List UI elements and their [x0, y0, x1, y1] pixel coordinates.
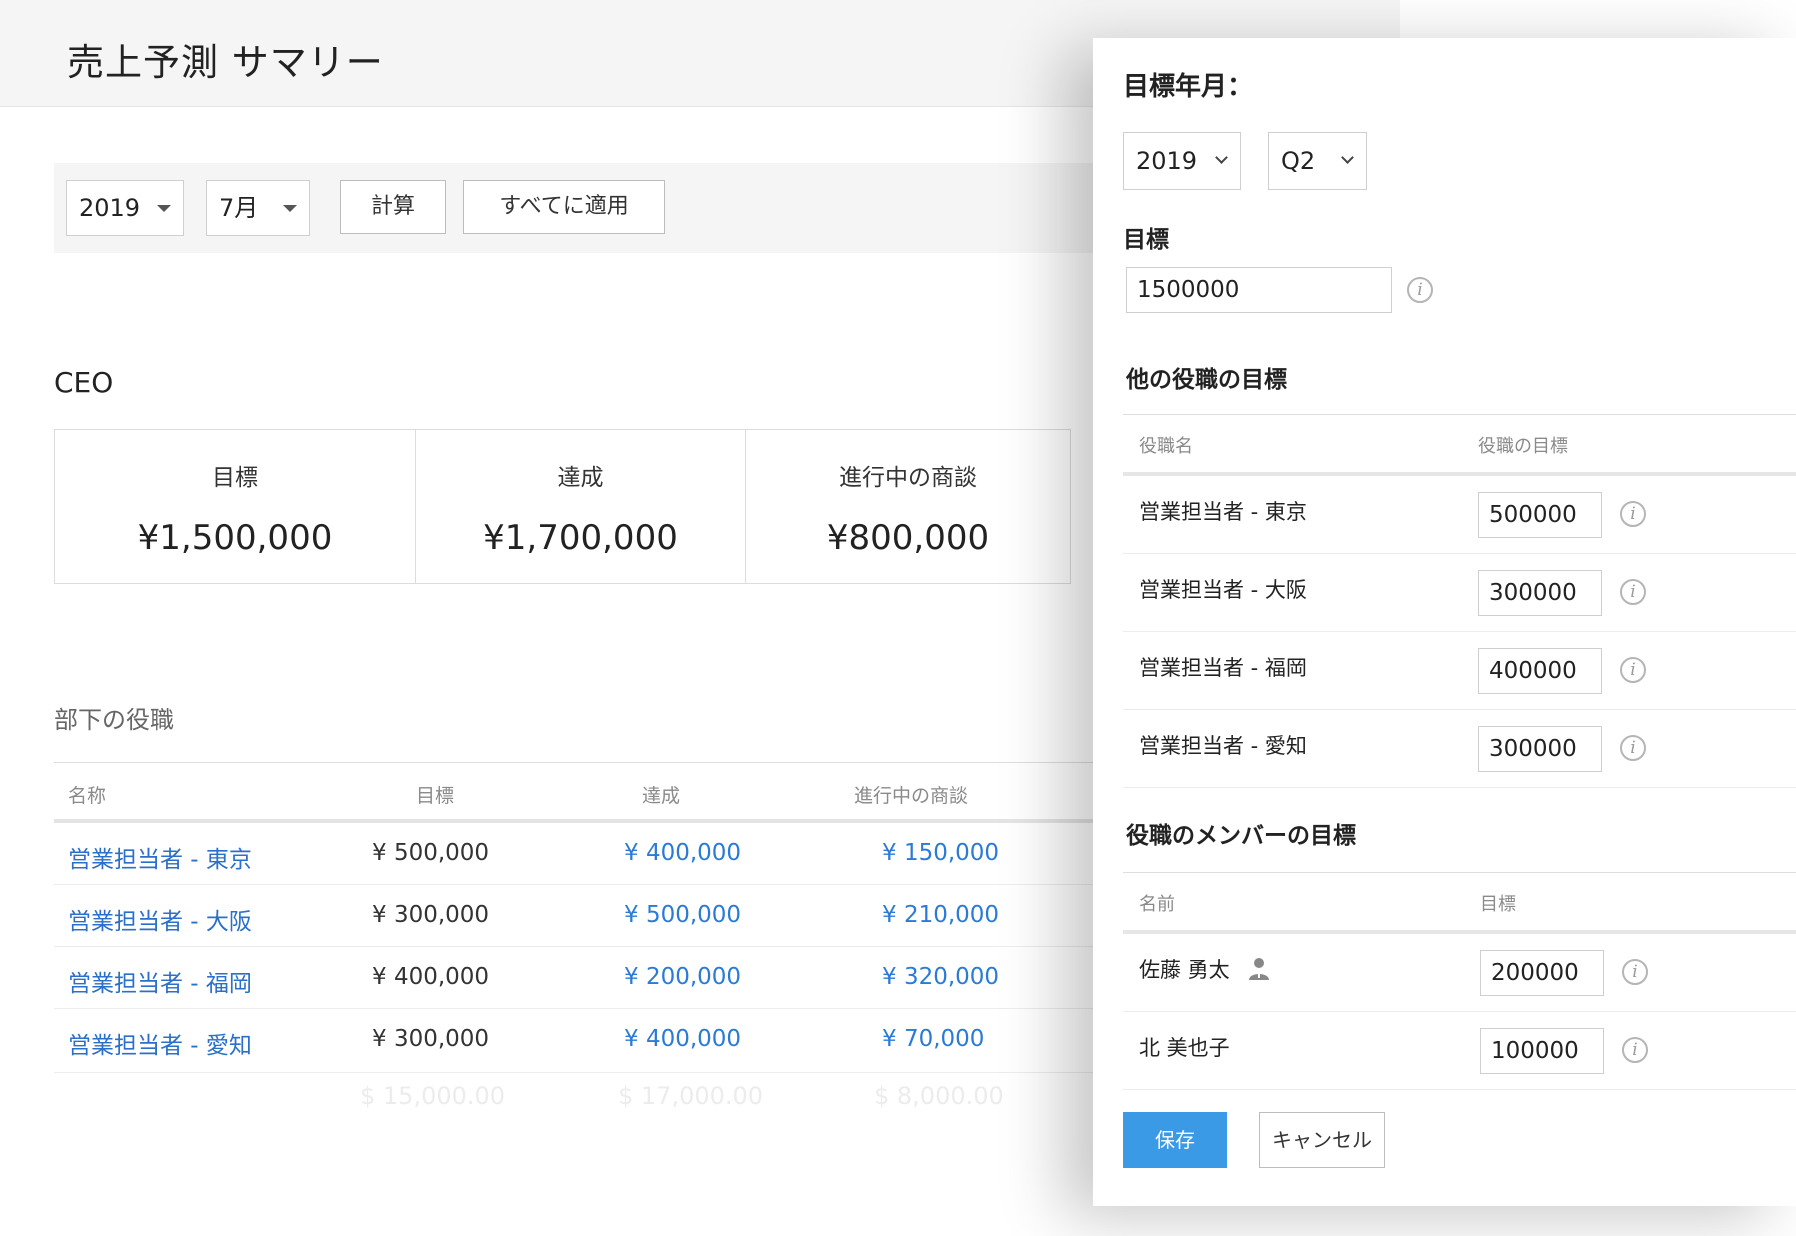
member-name: 佐藤 勇太 [1139, 958, 1230, 982]
member-target-input[interactable]: 200000 [1480, 950, 1604, 996]
info-icon[interactable]: i [1622, 959, 1648, 985]
faded-total: $ 17,000.00 [618, 1082, 764, 1110]
role-target-input[interactable]: 500000 [1478, 492, 1602, 538]
quarter-select[interactable]: Q2 [1268, 132, 1367, 190]
dialog-year-value: 2019 [1136, 147, 1198, 175]
table-row: 営業担当者 - 東京 500000 i [1123, 476, 1796, 554]
target-value: ¥ 400,000 [372, 964, 490, 990]
role-target-input[interactable]: 400000 [1478, 648, 1602, 694]
stat-achieved: 達成 ¥1,700,000 [415, 430, 745, 583]
stat-value: ¥800,000 [826, 518, 990, 558]
faded-total: $ 15,000.00 [360, 1082, 506, 1110]
table-header: 名称 目標 達成 進行中の商談 [54, 762, 1104, 823]
role-name: 営業担当者 - 愛知 [1139, 734, 1307, 758]
subordinate-roles-table: 名称 目標 達成 進行中の商談 営業担当者 - 東京 ¥ 500,000 ¥ 4… [54, 762, 1104, 1073]
target-period-label: 目標年月： [1123, 72, 1254, 102]
subordinate-roles-label: 部下の役職 [54, 706, 174, 734]
user-icon [1249, 958, 1269, 980]
quarter-value: Q2 [1281, 147, 1316, 175]
caret-down-icon [157, 205, 171, 212]
info-icon[interactable]: i [1620, 579, 1646, 605]
stat-target: 目標 ¥1,500,000 [55, 430, 415, 583]
target-value: ¥ 500,000 [372, 840, 490, 866]
page-title: 売上予測 サマリー [67, 41, 384, 84]
role-members-label: 役職のメンバーの目標 [1126, 823, 1356, 849]
achieved-link[interactable]: ¥ 200,000 [624, 964, 741, 990]
info-icon[interactable]: i [1620, 501, 1646, 527]
deals-link[interactable]: ¥ 70,000 [882, 1026, 984, 1052]
table-row: 営業担当者 - 愛知 300000 i [1123, 710, 1796, 788]
target-value: ¥ 300,000 [372, 1026, 490, 1052]
column-header: 役職名 [1139, 436, 1193, 457]
table-row: 営業担当者 - 愛知 ¥ 300,000 ¥ 400,000 ¥ 70,000 [54, 1009, 1104, 1073]
role-name: 営業担当者 - 東京 [1139, 500, 1307, 524]
deals-link[interactable]: ¥ 320,000 [882, 964, 999, 990]
info-icon[interactable]: i [1407, 277, 1433, 303]
role-members-table: 名前 目標 佐藤 勇太 200000 i 北 美也子 100000 i [1123, 872, 1796, 1090]
stat-value: ¥1,500,000 [137, 518, 333, 558]
column-header: 目標 [1480, 894, 1516, 915]
info-icon[interactable]: i [1620, 657, 1646, 683]
table-row: 佐藤 勇太 200000 i [1123, 934, 1796, 1012]
column-header: 名称 [68, 785, 107, 807]
table-header: 役職名 役職の目標 [1123, 414, 1796, 476]
deals-link[interactable]: ¥ 210,000 [882, 902, 999, 928]
table-row: 北 美也子 100000 i [1123, 1012, 1796, 1090]
other-roles-table: 役職名 役職の目標 営業担当者 - 東京 500000 i 営業担当者 - 大阪… [1123, 414, 1796, 788]
month-select-value: 7月 [219, 194, 259, 222]
info-icon[interactable]: i [1620, 735, 1646, 761]
apply-all-button[interactable]: すべてに適用 [463, 180, 665, 234]
stat-value: ¥1,700,000 [483, 518, 678, 558]
member-name: 北 美也子 [1139, 1036, 1230, 1060]
year-select-value: 2019 [79, 194, 141, 222]
achieved-link[interactable]: ¥ 500,000 [624, 902, 741, 928]
month-select[interactable]: 7月 [206, 180, 310, 236]
member-target-input[interactable]: 100000 [1480, 1028, 1604, 1074]
table-row: 営業担当者 - 大阪 ¥ 300,000 ¥ 500,000 ¥ 210,000 [54, 885, 1104, 947]
stat-label: 目標 [212, 465, 258, 491]
target-input[interactable]: 1500000 [1126, 267, 1392, 313]
role-target-input[interactable]: 300000 [1478, 726, 1602, 772]
column-header: 名前 [1139, 894, 1175, 915]
ceo-label: CEO [54, 366, 114, 399]
calculate-button[interactable]: 計算 [340, 180, 446, 234]
faded-total: $ 8,000.00 [874, 1082, 1004, 1110]
stat-open-deals: 進行中の商談 ¥800,000 [745, 430, 1070, 583]
caret-down-icon [283, 205, 297, 212]
deals-link[interactable]: ¥ 150,000 [882, 840, 999, 866]
table-row: 営業担当者 - 東京 ¥ 500,000 ¥ 400,000 ¥ 150,000 [54, 823, 1104, 885]
table-row: 営業担当者 - 大阪 300000 i [1123, 554, 1796, 632]
ceo-stats: 目標 ¥1,500,000 達成 ¥1,700,000 進行中の商談 ¥800,… [54, 429, 1071, 584]
achieved-link[interactable]: ¥ 400,000 [624, 1026, 741, 1052]
save-button[interactable]: 保存 [1123, 1112, 1227, 1168]
role-link[interactable]: 営業担当者 - 愛知 [68, 1026, 252, 1060]
year-select[interactable]: 2019 [66, 180, 184, 236]
role-name: 営業担当者 - 大阪 [1139, 578, 1307, 602]
target-value: ¥ 300,000 [372, 902, 490, 928]
role-link[interactable]: 営業担当者 - 大阪 [68, 902, 252, 936]
column-header: 役職の目標 [1478, 436, 1568, 457]
table-row: 営業担当者 - 福岡 400000 i [1123, 632, 1796, 710]
chevron-down-icon [1215, 151, 1228, 164]
role-link[interactable]: 営業担当者 - 東京 [68, 840, 252, 874]
dialog-year-select[interactable]: 2019 [1123, 132, 1241, 190]
table-row: 営業担当者 - 福岡 ¥ 400,000 ¥ 200,000 ¥ 320,000 [54, 947, 1104, 1009]
stat-label: 達成 [557, 465, 604, 491]
stat-label: 進行中の商談 [839, 465, 977, 491]
table-header: 名前 目標 [1123, 872, 1796, 934]
column-header: 達成 [642, 785, 681, 807]
set-target-dialog: 目標年月： 2019 Q2 目標 1500000 i 他の役職の目標 役職名 役… [1093, 38, 1796, 1206]
other-roles-label: 他の役職の目標 [1126, 367, 1287, 393]
target-label: 目標 [1123, 227, 1169, 253]
cancel-button[interactable]: キャンセル [1259, 1112, 1385, 1168]
column-header: 目標 [416, 785, 455, 807]
role-link[interactable]: 営業担当者 - 福岡 [68, 964, 252, 998]
role-target-input[interactable]: 300000 [1478, 570, 1602, 616]
achieved-link[interactable]: ¥ 400,000 [624, 840, 741, 866]
info-icon[interactable]: i [1622, 1037, 1648, 1063]
column-header: 進行中の商談 [854, 785, 969, 807]
role-name: 営業担当者 - 福岡 [1139, 656, 1307, 680]
chevron-down-icon [1341, 151, 1354, 164]
